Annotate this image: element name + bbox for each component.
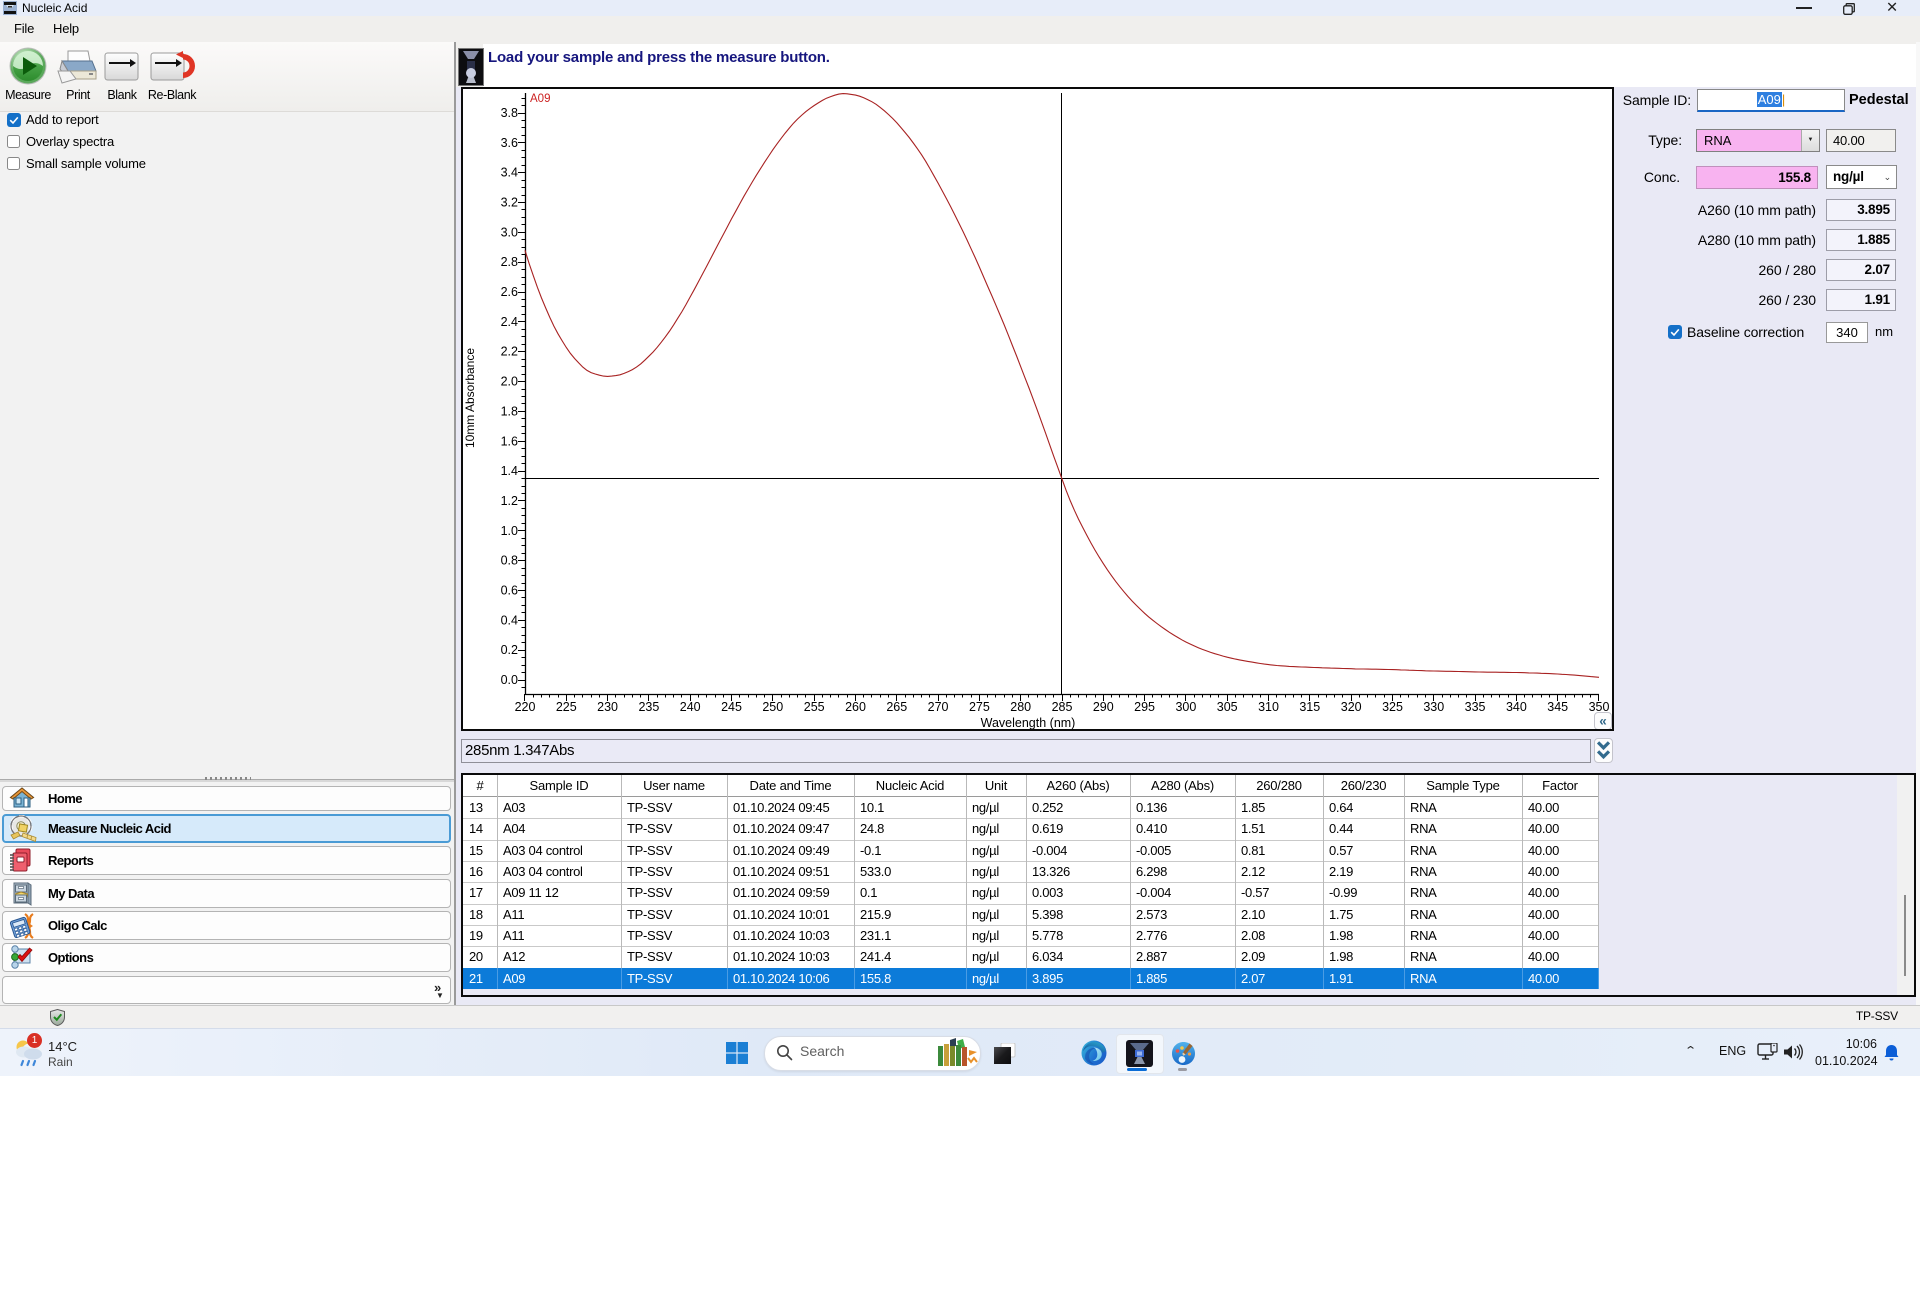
svg-text:1.6: 1.6 <box>501 434 518 448</box>
svg-text:350: 350 <box>1589 700 1610 714</box>
svg-text:235: 235 <box>638 700 659 714</box>
svg-text:3.6: 3.6 <box>501 136 518 150</box>
svg-text:325: 325 <box>1382 700 1403 714</box>
svg-text:2.4: 2.4 <box>501 315 518 329</box>
svg-text:0.8: 0.8 <box>501 554 518 568</box>
svg-text:0.0: 0.0 <box>501 673 518 687</box>
svg-text:305: 305 <box>1217 700 1238 714</box>
svg-text:A09: A09 <box>530 93 550 105</box>
svg-text:250: 250 <box>762 700 783 714</box>
svg-text:3.0: 3.0 <box>501 225 518 239</box>
svg-text:300: 300 <box>1175 700 1196 714</box>
svg-text:0.2: 0.2 <box>501 643 518 657</box>
svg-text:«: « <box>1599 714 1607 729</box>
svg-text:2.0: 2.0 <box>501 375 518 389</box>
svg-text:240: 240 <box>680 700 701 714</box>
svg-text:270: 270 <box>928 700 949 714</box>
svg-text:345: 345 <box>1547 700 1568 714</box>
svg-text:265: 265 <box>886 700 907 714</box>
svg-text:335: 335 <box>1465 700 1486 714</box>
svg-text:260: 260 <box>845 700 866 714</box>
svg-text:275: 275 <box>969 700 990 714</box>
svg-text:3.8: 3.8 <box>501 106 518 120</box>
svg-text:1.4: 1.4 <box>501 464 518 478</box>
svg-text:220: 220 <box>515 700 536 714</box>
svg-text:340: 340 <box>1506 700 1527 714</box>
svg-text:0.4: 0.4 <box>501 613 518 627</box>
svg-text:245: 245 <box>721 700 742 714</box>
svg-text:280: 280 <box>1010 700 1031 714</box>
svg-text:2.6: 2.6 <box>501 285 518 299</box>
svg-text:310: 310 <box>1258 700 1279 714</box>
svg-text:10mm Absorbance: 10mm Absorbance <box>463 348 477 448</box>
svg-text:320: 320 <box>1341 700 1362 714</box>
svg-text:1.2: 1.2 <box>501 494 518 508</box>
svg-text:285: 285 <box>1052 700 1073 714</box>
svg-text:Wavelength (nm): Wavelength (nm) <box>981 716 1076 729</box>
svg-text:1.0: 1.0 <box>501 524 518 538</box>
svg-text:330: 330 <box>1423 700 1444 714</box>
svg-text:0.6: 0.6 <box>501 584 518 598</box>
svg-text:2.8: 2.8 <box>501 255 518 269</box>
svg-text:225: 225 <box>556 700 577 714</box>
svg-text:290: 290 <box>1093 700 1114 714</box>
svg-text:295: 295 <box>1134 700 1155 714</box>
svg-text:255: 255 <box>804 700 825 714</box>
svg-text:230: 230 <box>597 700 618 714</box>
svg-text:3.2: 3.2 <box>501 196 518 210</box>
svg-text:1.8: 1.8 <box>501 404 518 418</box>
svg-text:315: 315 <box>1299 700 1320 714</box>
svg-text:3.4: 3.4 <box>501 166 518 180</box>
svg-text:2.2: 2.2 <box>501 345 518 359</box>
